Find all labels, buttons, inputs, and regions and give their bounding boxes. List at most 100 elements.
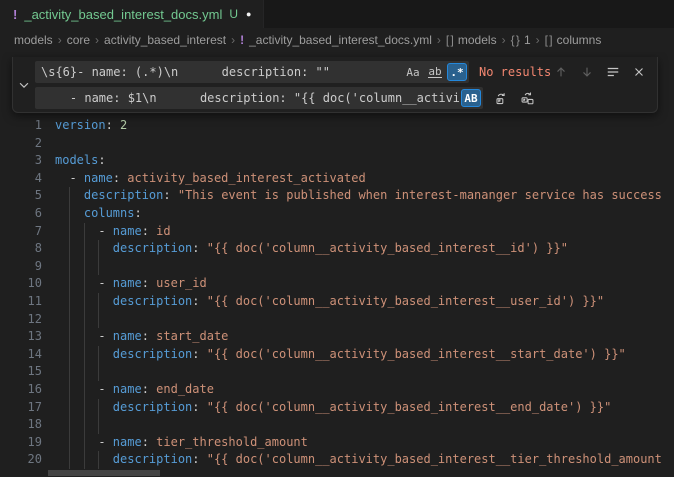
close-find-widget-button[interactable] bbox=[629, 62, 649, 82]
line-number[interactable]: 3 bbox=[0, 152, 42, 170]
breadcrumb-item[interactable]: { }1 bbox=[511, 33, 531, 47]
editor-tab[interactable]: ! _activity_based_interest_docs.yml U ● bbox=[0, 0, 264, 28]
breadcrumb-item[interactable]: [ ]models bbox=[446, 33, 497, 47]
match-case-button[interactable]: Aa bbox=[403, 63, 423, 81]
code-line: 8 description: "{{ doc('column__activity… bbox=[0, 240, 674, 258]
next-match-button[interactable] bbox=[577, 62, 597, 82]
code-text[interactable] bbox=[55, 135, 674, 153]
breadcrumb-item[interactable]: activity_based_interest bbox=[104, 33, 226, 47]
vscode-window: ! _activity_based_interest_docs.yml U ● … bbox=[0, 0, 674, 477]
yaml-file-icon: ! bbox=[13, 7, 17, 22]
line-number[interactable]: 4 bbox=[0, 170, 42, 188]
code-token: name bbox=[113, 435, 142, 449]
breadcrumb-item[interactable]: core bbox=[67, 33, 90, 47]
code-token: activity_based_interest_activated bbox=[127, 171, 365, 185]
line-number[interactable]: 11 bbox=[0, 293, 42, 311]
indent-guide bbox=[69, 451, 70, 469]
line-number[interactable]: 9 bbox=[0, 258, 42, 276]
indent-guide bbox=[98, 416, 99, 434]
line-number[interactable]: 16 bbox=[0, 381, 42, 399]
line-number[interactable]: 18 bbox=[0, 416, 42, 434]
toggle-replace-button[interactable] bbox=[13, 57, 35, 112]
line-number[interactable]: 6 bbox=[0, 205, 42, 223]
code-text[interactable] bbox=[55, 416, 674, 434]
code-token: 2 bbox=[120, 118, 127, 132]
code-token: version bbox=[55, 118, 106, 132]
line-number[interactable]: 19 bbox=[0, 434, 42, 452]
git-status-badge: U bbox=[229, 7, 238, 21]
code-token: : bbox=[142, 382, 156, 396]
code-text[interactable] bbox=[55, 311, 674, 329]
line-number[interactable]: 7 bbox=[0, 223, 42, 241]
line-number[interactable]: 5 bbox=[0, 187, 42, 205]
line-number[interactable]: 17 bbox=[0, 399, 42, 417]
code-text[interactable]: - name: start_date bbox=[55, 328, 674, 346]
results-status: No results bbox=[479, 65, 551, 79]
breadcrumb-item[interactable]: !_activity_based_interest_docs.yml bbox=[240, 33, 432, 47]
code-text[interactable]: version: 2 bbox=[55, 117, 674, 135]
find-replace-widget: \s{6}- name: (.*)\n description: "" Aa a… bbox=[12, 57, 658, 113]
indent-guide bbox=[98, 240, 99, 258]
breadcrumb-item[interactable]: models bbox=[14, 33, 53, 47]
indent-guide bbox=[98, 399, 99, 417]
line-number[interactable]: 8 bbox=[0, 240, 42, 258]
code-text[interactable] bbox=[55, 363, 674, 381]
unsaved-changes-dot-icon[interactable]: ● bbox=[246, 0, 251, 28]
line-number[interactable]: 14 bbox=[0, 346, 42, 364]
code-token: name bbox=[113, 382, 142, 396]
regex-button[interactable]: .* bbox=[447, 63, 467, 81]
code-text[interactable]: - name: id bbox=[55, 223, 674, 241]
code-text[interactable]: description: "{{ doc('column__activity_b… bbox=[55, 399, 674, 417]
breadcrumb-item[interactable]: [ ]columns bbox=[545, 33, 602, 47]
line-number[interactable]: 12 bbox=[0, 311, 42, 329]
code-text[interactable]: - name: user_id bbox=[55, 275, 674, 293]
code-token: : bbox=[192, 400, 206, 414]
code-text[interactable]: description: "{{ doc('column__activity_b… bbox=[55, 346, 674, 364]
code-token: "{{ doc('column__activity_based_interest… bbox=[207, 452, 662, 466]
indent-guide bbox=[69, 258, 70, 276]
code-text[interactable]: description: "{{ doc('column__activity_b… bbox=[55, 451, 674, 469]
indent-guide bbox=[69, 381, 70, 399]
code-line: 17 description: "{{ doc('column__activit… bbox=[0, 399, 674, 417]
horizontal-scrollbar-thumb[interactable] bbox=[48, 470, 160, 476]
line-number[interactable]: 20 bbox=[0, 451, 42, 469]
line-number[interactable]: 1 bbox=[0, 117, 42, 135]
code-token: : bbox=[192, 452, 206, 466]
code-text[interactable]: description: "This event is published wh… bbox=[55, 187, 674, 205]
replace-all-icon-button[interactable] bbox=[517, 88, 537, 108]
code-text[interactable] bbox=[55, 258, 674, 276]
line-number[interactable]: 10 bbox=[0, 275, 42, 293]
preserve-case-button[interactable]: AB bbox=[461, 89, 481, 107]
editor-pane[interactable]: \s{6}- name: (.*)\n description: "" Aa a… bbox=[0, 52, 674, 477]
code-line: 14 description: "{{ doc('column__activit… bbox=[0, 346, 674, 364]
code-text[interactable]: models: bbox=[55, 152, 674, 170]
code-text[interactable]: columns: bbox=[55, 205, 674, 223]
whole-word-button[interactable]: ab bbox=[425, 63, 445, 81]
symbol-object-icon: { } bbox=[511, 33, 519, 47]
indent-guide bbox=[84, 275, 85, 293]
code-token: : bbox=[142, 224, 156, 238]
indent-guide bbox=[69, 275, 70, 293]
code-text[interactable]: - name: activity_based_interest_activate… bbox=[55, 170, 674, 188]
indent-guide bbox=[69, 223, 70, 241]
line-number[interactable]: 2 bbox=[0, 135, 42, 153]
breadcrumb-separator-icon: › bbox=[536, 33, 540, 47]
code-token: end_date bbox=[156, 382, 214, 396]
indent-guide bbox=[98, 451, 99, 469]
code-text[interactable]: - name: tier_threshold_amount bbox=[55, 434, 674, 452]
replace-button[interactable] bbox=[491, 88, 511, 108]
previous-match-button[interactable] bbox=[551, 62, 571, 82]
breadcrumb-label: models bbox=[14, 33, 53, 47]
code-line: 15 bbox=[0, 363, 674, 381]
code-text[interactable]: description: "{{ doc('column__activity_b… bbox=[55, 293, 674, 311]
code-token: : bbox=[192, 241, 206, 255]
find-in-selection-button[interactable] bbox=[603, 62, 623, 82]
code-token: : bbox=[98, 153, 105, 167]
find-input[interactable]: \s{6}- name: (.*)\n description: "" Aa a… bbox=[35, 61, 469, 83]
line-number[interactable]: 13 bbox=[0, 328, 42, 346]
code-line: 2 bbox=[0, 135, 674, 153]
line-number[interactable]: 15 bbox=[0, 363, 42, 381]
replace-input[interactable]: - name: $1\n description: "{{ doc('colum… bbox=[35, 87, 483, 109]
code-text[interactable]: - name: end_date bbox=[55, 381, 674, 399]
code-text[interactable]: description: "{{ doc('column__activity_b… bbox=[55, 240, 674, 258]
